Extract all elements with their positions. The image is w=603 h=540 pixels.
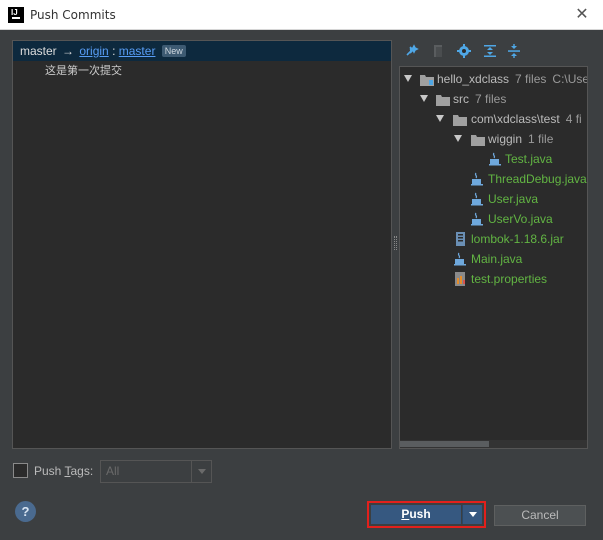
- intellij-app-icon: IJ: [8, 7, 24, 23]
- expand-arrow-icon[interactable]: [420, 95, 428, 102]
- properties-file-icon: [455, 272, 467, 292]
- file-name: lombok-1.18.6.jar: [471, 232, 564, 246]
- module-icon: [420, 72, 434, 92]
- file-name: Main.java: [471, 252, 523, 266]
- folder-icon: [471, 132, 485, 152]
- chevron-down-icon[interactable]: [191, 461, 211, 482]
- scrollbar-thumb[interactable]: [400, 441, 489, 447]
- package-folder-icon: [453, 112, 467, 132]
- commits-panel: master → origin : master New 这是第一次提交: [12, 40, 392, 449]
- changes-tree: hello_xdclass 7 files C:\Use src 7 files co…: [399, 66, 588, 449]
- commit-item[interactable]: 这是第一次提交: [13, 61, 391, 81]
- push-button[interactable]: Push: [371, 505, 461, 524]
- arrow-icon: →: [62, 44, 75, 58]
- help-button[interactable]: ?: [15, 501, 36, 522]
- cancel-button[interactable]: Cancel: [494, 505, 586, 526]
- settings-icon[interactable]: [456, 43, 472, 59]
- commit-message: 这是第一次提交: [45, 64, 122, 77]
- close-icon[interactable]: ✕: [573, 6, 591, 24]
- separator: :: [112, 44, 116, 58]
- tree-node-label: wiggin 1 file: [488, 132, 554, 146]
- file-name: User.java: [488, 192, 539, 206]
- branch-row[interactable]: master → origin : master New: [13, 41, 391, 61]
- tree-node-label: hello_xdclass 7 files C:\Use: [437, 72, 588, 86]
- push-tags-label: Push Tags:: [34, 464, 94, 478]
- remote-link[interactable]: origin: [79, 44, 108, 58]
- java-file-icon: [471, 192, 484, 212]
- window-title: Push Commits: [30, 8, 116, 22]
- expand-arrow-icon[interactable]: [404, 75, 412, 82]
- changes-toolbar: [400, 40, 588, 64]
- collapse-tree-icon[interactable]: [506, 43, 522, 59]
- push-tags-select[interactable]: All: [100, 460, 212, 483]
- local-branch: master: [20, 44, 57, 58]
- remote-branch-link[interactable]: master: [119, 44, 156, 58]
- title-bar: IJ Push Commits ✕: [0, 0, 603, 30]
- java-file-icon: [454, 252, 467, 272]
- collapse-icon[interactable]: [430, 43, 446, 59]
- jar-file-icon: [455, 232, 466, 252]
- horizontal-scrollbar[interactable]: [400, 440, 587, 448]
- splitter-handle[interactable]: [394, 236, 397, 250]
- push-tags-select-value: All: [106, 464, 120, 478]
- file-name: UserVo.java: [488, 212, 553, 226]
- push-dropdown-arrow[interactable]: [462, 505, 482, 524]
- file-name: Test.java: [505, 152, 553, 166]
- file-name: test.properties: [471, 272, 548, 286]
- expand-all-icon[interactable]: [404, 43, 420, 59]
- tree-node-label: src 7 files: [453, 92, 507, 106]
- expand-tree-icon[interactable]: [482, 43, 498, 59]
- push-tags-checkbox[interactable]: [13, 463, 28, 478]
- file-name: ThreadDebug.java: [488, 172, 587, 186]
- tree-node-label: com\xdclass\test 4 fi: [471, 112, 582, 126]
- expand-arrow-icon[interactable]: [454, 135, 462, 142]
- expand-arrow-icon[interactable]: [436, 115, 444, 122]
- folder-icon: [436, 92, 450, 112]
- java-file-icon: [471, 172, 484, 192]
- new-badge: New: [161, 45, 186, 57]
